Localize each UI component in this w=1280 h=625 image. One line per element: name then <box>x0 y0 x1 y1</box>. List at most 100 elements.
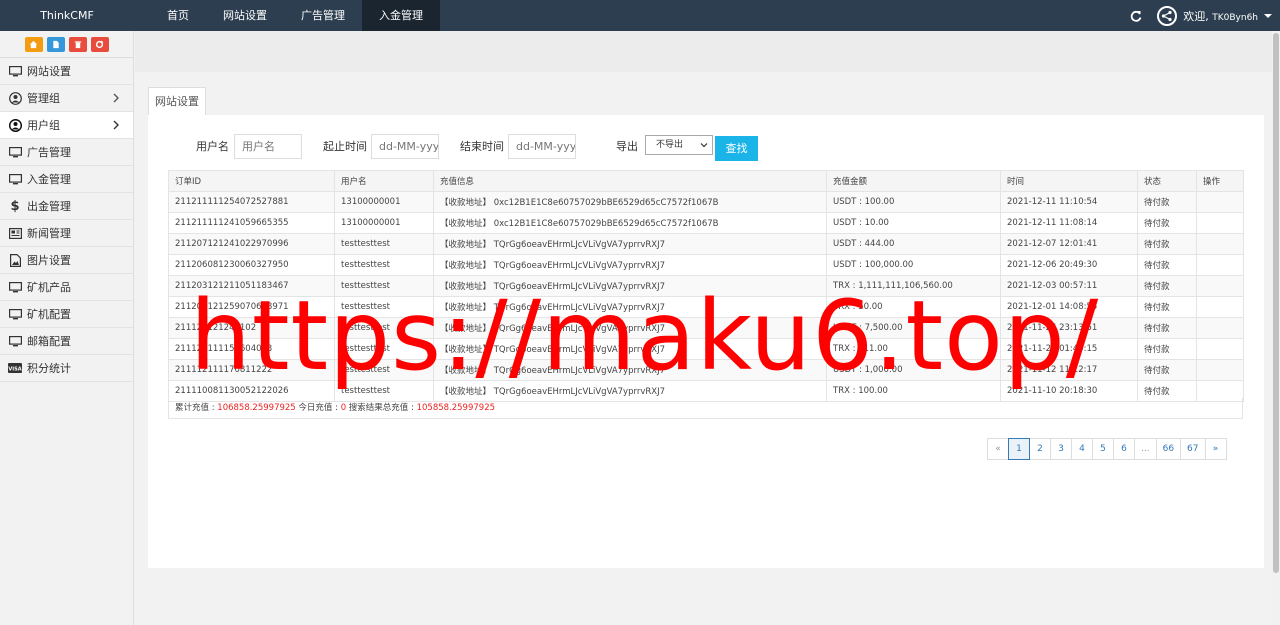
user-circle-icon <box>8 91 22 105</box>
sidebar-item-miner-products[interactable]: 矿机产品 <box>0 274 133 301</box>
image-icon <box>8 253 22 267</box>
action-cell[interactable] <box>1196 359 1244 381</box>
end-date-input[interactable] <box>508 134 576 159</box>
table-row[interactable]: 211121111150604053 testtesttest 【收款地址】 T… <box>168 338 1244 360</box>
amount-cell: TRX : 111.00 <box>826 338 1001 360</box>
username-cell: testtesttest <box>334 275 434 297</box>
action-cell[interactable] <box>1196 191 1244 213</box>
action-cell[interactable] <box>1196 296 1244 318</box>
username-cell: 13100000001 <box>334 212 434 234</box>
page-6[interactable]: 6 <box>1113 438 1135 460</box>
total-deposit-label: 累计充值 : <box>175 403 218 413</box>
column-header[interactable]: 状态 <box>1137 170 1197 192</box>
column-header[interactable]: 操作 <box>1196 170 1244 192</box>
table-row[interactable]: 211207121241022970996 testtesttest 【收款地址… <box>168 233 1244 255</box>
sidebar-item-ad-management[interactable]: 广告管理 <box>0 139 133 166</box>
welcome-label: 欢迎, <box>1183 9 1209 23</box>
trash-icon[interactable] <box>68 36 87 52</box>
table-row[interactable]: 211126121241102 testtesttest 【收款地址】 TQrG… <box>168 317 1244 339</box>
page-2[interactable]: 2 <box>1029 438 1051 460</box>
action-cell[interactable] <box>1196 233 1244 255</box>
sidebar: 网站设置 管理组 用户组 广告管理 入金管理 $ 出金管理 新闻管理 图片设置 … <box>0 31 134 625</box>
username-cell: testtesttest <box>334 317 434 339</box>
deposit-info-cell: 【收款地址】 TQrGg6oeavEHrmLJcVLiVgVA7yprrvRXJ… <box>433 359 827 381</box>
status-cell: 待付款 <box>1137 359 1197 381</box>
status-cell: 待付款 <box>1137 212 1197 234</box>
time-cell: 2021-12-01 14:08:55 <box>1000 296 1138 318</box>
page-66[interactable]: 66 <box>1155 438 1182 460</box>
action-cell[interactable] <box>1196 338 1244 360</box>
page-next[interactable]: » <box>1204 438 1227 460</box>
status-cell: 待付款 <box>1137 233 1197 255</box>
export-select[interactable]: 不导出 <box>645 135 713 155</box>
table-row[interactable]: 211201121259070668971 testtesttest 【收款地址… <box>168 296 1244 318</box>
status-cell: 待付款 <box>1137 254 1197 276</box>
dollar-icon: $ <box>10 198 20 214</box>
time-cell: 2021-12-07 12:01:41 <box>1000 233 1138 255</box>
action-cell[interactable] <box>1196 254 1244 276</box>
scrollbar-thumb[interactable] <box>1273 33 1279 573</box>
deposit-info-cell: 【收款地址】 0xc12B1E1C8e60757029bBE6529d65cC7… <box>433 191 827 213</box>
sidebar-item-deposit-management[interactable]: 入金管理 <box>0 166 133 193</box>
monitor-icon <box>8 307 22 321</box>
deposit-info-cell: 【收款地址】 TQrGg6oeavEHrmLJcVLiVgVA7yprrvRXJ… <box>433 338 827 360</box>
tab-site-settings[interactable]: 网站设置 <box>148 87 206 116</box>
home-icon[interactable] <box>24 36 43 52</box>
avatar[interactable] <box>1157 5 1178 26</box>
brand-logo[interactable]: ThinkCMF <box>0 0 134 31</box>
sidebar-item-points-stats[interactable]: VISA 积分统计 <box>0 355 133 382</box>
nav-tab-ad-management[interactable]: 广告管理 <box>284 0 362 31</box>
order-id-cell: 211201121259070668971 <box>168 296 335 318</box>
sidebar-item-label: 矿机产品 <box>27 281 71 294</box>
username-cell: 13100000001 <box>334 191 434 213</box>
column-header[interactable]: 充值信息 <box>433 170 827 192</box>
table-row[interactable]: 211206081230060327950 testtesttest 【收款地址… <box>168 254 1244 276</box>
status-cell: 待付款 <box>1137 317 1197 339</box>
sidebar-item-site-settings[interactable]: 网站设置 <box>0 58 133 85</box>
table-row[interactable]: 211211111254072527881 13100000001 【收款地址】… <box>168 191 1244 213</box>
search-total-label: 搜索结果总充值 : <box>346 403 417 413</box>
welcome-text[interactable]: 欢迎, TK0Byn6h <box>1183 8 1258 24</box>
column-header[interactable]: 充值金额 <box>826 170 1001 192</box>
column-header[interactable]: 订单ID <box>168 170 335 192</box>
sidebar-item-label: 管理组 <box>27 92 60 105</box>
recycle-icon[interactable] <box>90 36 109 52</box>
column-header[interactable]: 时间 <box>1000 170 1138 192</box>
time-cell: 2021-12-06 20:49:30 <box>1000 254 1138 276</box>
sidebar-item-withdraw-management[interactable]: $ 出金管理 <box>0 193 133 220</box>
page-prev[interactable]: « <box>987 438 1009 460</box>
monitor-icon <box>8 334 22 348</box>
page-3[interactable]: 3 <box>1050 438 1072 460</box>
page-67[interactable]: 67 <box>1180 438 1206 460</box>
file-icon[interactable] <box>46 36 65 52</box>
table-row[interactable]: 211211111241059665355 13100000001 【收款地址】… <box>168 212 1244 234</box>
column-header[interactable]: 用户名 <box>334 170 434 192</box>
sidebar-item-image-settings[interactable]: 图片设置 <box>0 247 133 274</box>
pagination: « 1 2 3 4 5 6 ... 66 67 » <box>987 438 1227 460</box>
sidebar-item-miner-config[interactable]: 矿机配置 <box>0 301 133 328</box>
sidebar-item-label: 网站设置 <box>27 65 71 78</box>
amount-cell: USDT : 100,000.00 <box>826 254 1001 276</box>
chevron-down-icon[interactable] <box>1264 13 1272 18</box>
deposit-info-cell: 【收款地址】 TQrGg6oeavEHrmLJcVLiVgVA7yprrvRXJ… <box>433 296 827 318</box>
sidebar-item-news-management[interactable]: 新闻管理 <box>0 220 133 247</box>
nav-tab-deposit-management[interactable]: 入金管理 <box>362 0 440 31</box>
action-cell[interactable] <box>1196 212 1244 234</box>
table-row[interactable]: 211112111170811222 testtesttest 【收款地址】 T… <box>168 359 1244 381</box>
sidebar-item-user-group[interactable]: 用户组 <box>0 112 133 139</box>
sidebar-item-admin-group[interactable]: 管理组 <box>0 85 133 112</box>
action-cell[interactable] <box>1196 275 1244 297</box>
page-1[interactable]: 1 <box>1008 438 1030 460</box>
search-button[interactable]: 查找 <box>715 136 758 161</box>
action-cell[interactable] <box>1196 317 1244 339</box>
start-date-input[interactable] <box>371 134 439 159</box>
refresh-icon[interactable] <box>1129 9 1143 23</box>
nav-tab-site-settings[interactable]: 网站设置 <box>206 0 284 31</box>
sidebar-item-email-config[interactable]: 邮箱配置 <box>0 328 133 355</box>
today-deposit-label: 今日充值 : <box>295 403 341 413</box>
table-row[interactable]: 211203121211051183467 testtesttest 【收款地址… <box>168 275 1244 297</box>
page-4[interactable]: 4 <box>1071 438 1093 460</box>
nav-tab-home[interactable]: 首页 <box>150 0 206 31</box>
username-input[interactable] <box>234 134 302 159</box>
page-5[interactable]: 5 <box>1092 438 1114 460</box>
